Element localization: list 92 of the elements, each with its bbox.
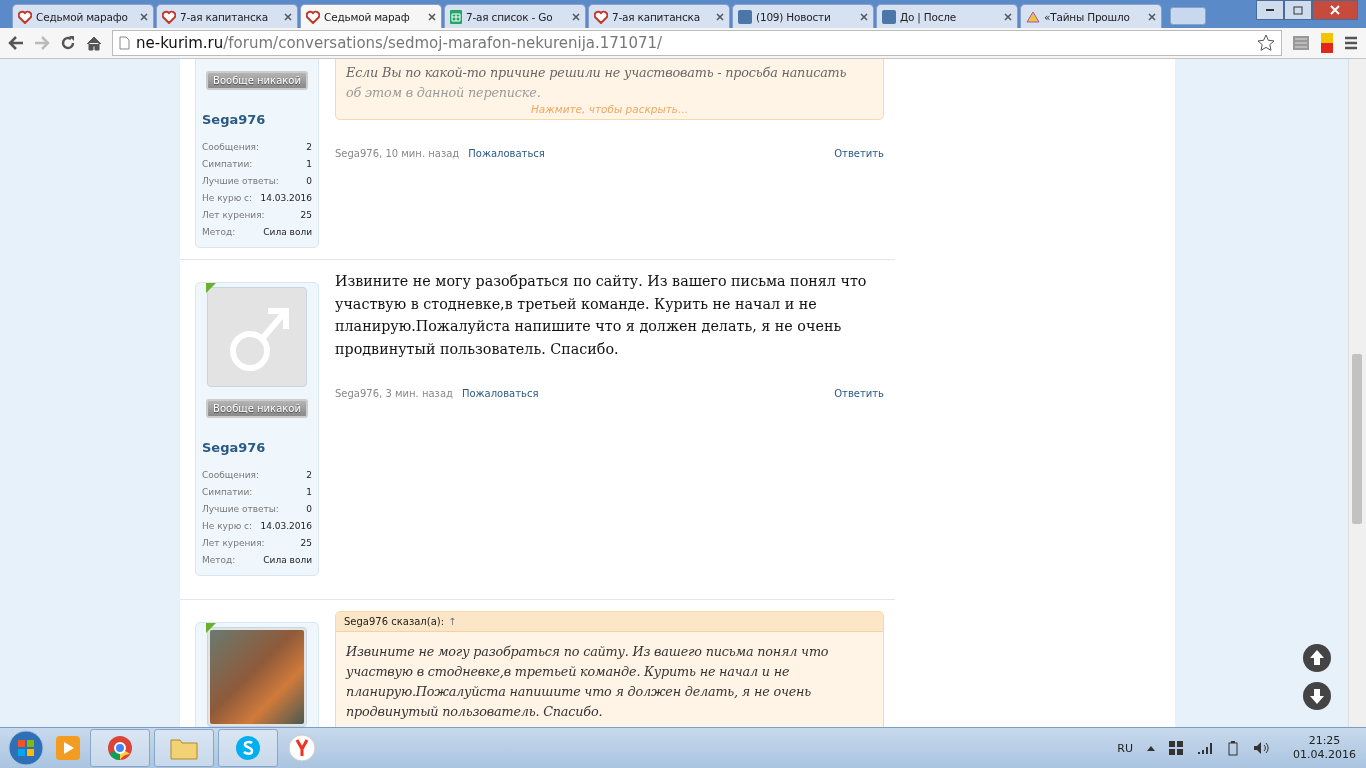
stat-label: Не курю с:: [202, 520, 253, 533]
stat-value: 2: [306, 469, 312, 482]
stat-label: Лет курения:: [202, 209, 265, 222]
taskbar-browser-button[interactable]: [90, 729, 150, 767]
browser-tab[interactable]: Седьмой марафо: [12, 4, 154, 28]
speaker-icon[interactable]: [1253, 741, 1269, 755]
heart-icon: [18, 9, 32, 24]
reply-link[interactable]: Ответить: [834, 388, 884, 399]
reply-link[interactable]: Ответить: [834, 148, 884, 159]
start-button-icon[interactable]: [6, 730, 46, 766]
close-icon[interactable]: [572, 12, 580, 21]
stat-value: 1: [306, 158, 312, 171]
tray-arrow-icon[interactable]: [1147, 745, 1155, 751]
close-icon[interactable]: [716, 12, 724, 21]
stat-label: Лучшие ответы:: [202, 175, 279, 188]
stat-value: 14.03.2016: [260, 520, 312, 533]
star-icon[interactable]: [1257, 34, 1275, 52]
browser-logo-icon: [107, 735, 133, 761]
message-text: Извините не могу разобраться по сайту. Из вашего письма понял что участвую в стодневке,в третьей команде. Курить не начал и не планирую.Пожалуйста напишите что я должен делать, я не очень продвинутый пользователь. Спасибо.: [335, 272, 868, 359]
stat-value: 1: [306, 486, 312, 499]
folder-icon: [170, 736, 198, 760]
close-icon[interactable]: [140, 12, 148, 21]
stat-label: Сообщения:: [202, 141, 260, 154]
close-icon[interactable]: [284, 12, 292, 21]
close-icon[interactable]: [1148, 12, 1156, 21]
home-icon[interactable]: [86, 35, 102, 51]
minimize-icon: [1266, 8, 1274, 12]
stat-value: 2: [306, 141, 312, 154]
scroll-down-icon[interactable]: [1302, 681, 1332, 711]
maximize-button[interactable]: [1284, 0, 1312, 20]
language-indicator[interactable]: RU: [1117, 741, 1133, 755]
quote-text: Извините не могу разобраться по сайту. Из вашего письма понял что участвую в стодневке,в третьей команде. Курить не начал и не планирую.Пожалуйста напишите что я должен делать, я не очень продвинутый пользователь. Спасибо.: [344, 643, 830, 721]
stat-value: 25: [300, 209, 312, 222]
quote-faded-text: об этом в данной переписке.: [345, 84, 542, 102]
signal-icon[interactable]: [1197, 742, 1213, 754]
report-link[interactable]: Пожаловаться: [461, 388, 539, 399]
close-icon[interactable]: [860, 12, 868, 21]
clock[interactable]: 21:25 01.04.2016: [1293, 734, 1356, 762]
maximize-icon: [1293, 5, 1303, 15]
browser-tab[interactable]: (109) Новости: [732, 4, 874, 28]
close-icon: [1330, 5, 1340, 15]
extension-icon[interactable]: [1292, 34, 1310, 52]
username[interactable]: Sega976: [202, 440, 266, 455]
stat-value: 25: [300, 537, 312, 550]
browser-tab[interactable]: «Тайны Прошло: [1020, 4, 1162, 28]
stat-value: 0: [306, 503, 312, 516]
heart-icon: [306, 9, 320, 24]
report-link[interactable]: Пожаловаться: [468, 148, 545, 159]
stat-label: Симпатии:: [202, 486, 253, 499]
windows-flag-icon[interactable]: [1169, 741, 1183, 755]
scrollbar[interactable]: [1348, 59, 1366, 727]
close-icon[interactable]: [428, 12, 436, 21]
scroll-up-icon[interactable]: [1302, 643, 1332, 673]
quote-source-link[interactable]: ↑: [448, 616, 457, 627]
stat-label: Сообщения:: [202, 469, 260, 482]
browser-tab[interactable]: До | После: [876, 4, 1018, 28]
reload-icon[interactable]: [60, 35, 76, 51]
stat-value: Сила воли: [263, 554, 312, 567]
stat-label: Метод:: [202, 554, 236, 567]
quote-text: Если Вы по какой-то причине решили не участвовать - просьба написать: [345, 64, 848, 82]
stat-label: Симпатии:: [202, 158, 253, 171]
browser-tab[interactable]: 7-ая капитанска: [156, 4, 298, 28]
stat-label: Метод:: [202, 226, 236, 239]
back-icon[interactable]: [8, 36, 24, 50]
stat-label: Лучшие ответы:: [202, 503, 279, 516]
user-rank-badge: Вообще никакой: [206, 71, 308, 90]
post-meta: Sega976, 3 мин. назад: [335, 388, 453, 399]
browser-tab[interactable]: 7-ая список - Go: [444, 4, 586, 28]
bookmark-flag-icon[interactable]: [1320, 33, 1334, 53]
browser-tab[interactable]: 7-ая капитанска: [588, 4, 730, 28]
stat-value: Сила воли: [263, 226, 312, 239]
menu-icon[interactable]: [1344, 36, 1358, 50]
avatar-image[interactable]: [207, 627, 307, 727]
minimize-button[interactable]: [1256, 0, 1284, 20]
browser-tab[interactable]: Седьмой мараф: [300, 4, 442, 28]
close-button[interactable]: [1312, 0, 1358, 20]
heart-icon: [594, 9, 608, 24]
spreadsheet-icon: [450, 9, 462, 24]
user-rank-badge: Вообще никакой: [206, 399, 308, 418]
chat-logo-icon: [235, 735, 261, 761]
heart-icon: [162, 9, 176, 24]
quote-author: Sega976 сказал(а):: [344, 616, 445, 627]
stat-value: 14.03.2016: [260, 192, 312, 205]
page-icon: [119, 36, 130, 50]
post-meta: Sega976, 10 мин. назад: [335, 148, 460, 159]
battery-plug-icon[interactable]: [1227, 740, 1239, 756]
stat-value: 0: [306, 175, 312, 188]
stat-label: Лет курения:: [202, 537, 265, 550]
stat-label: Не курю с:: [202, 192, 253, 205]
close-icon[interactable]: [1004, 12, 1012, 21]
address-bar[interactable]: ne-kurim.ru/forum/conversations/sedmoj-marafon-nekurenija.171071/: [112, 30, 1282, 56]
username[interactable]: Sega976: [202, 112, 266, 127]
